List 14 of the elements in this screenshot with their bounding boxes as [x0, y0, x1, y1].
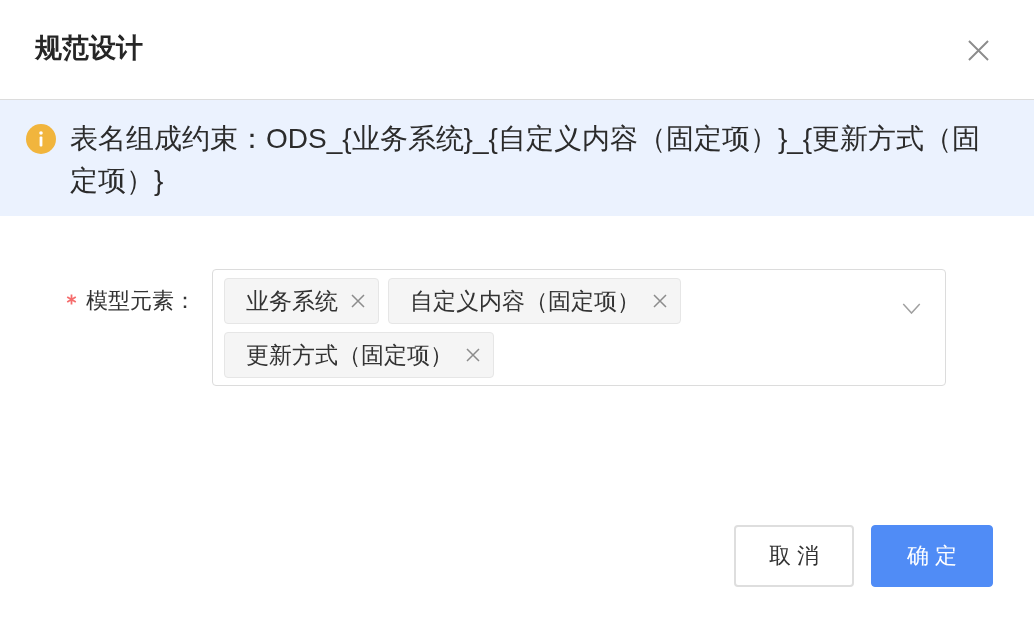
remove-tag-icon[interactable] — [466, 348, 480, 362]
chevron-down-icon[interactable] — [902, 303, 921, 314]
field-label: 模型元素： — [86, 287, 196, 315]
multi-select-field[interactable]: 业务系统 自定义内容（固定项） 更新方式（固定项） — [212, 269, 946, 386]
remove-tag-icon[interactable] — [653, 294, 667, 308]
tag-label: 自定义内容（固定项） — [410, 286, 640, 316]
alert-message: 表名组成约束：ODS_{业务系统}_{自定义内容（固定项）}_{更新方式（固定项）} — [70, 122, 982, 198]
info-icon — [26, 124, 56, 154]
dialog-title: 规范设计 — [35, 31, 143, 65]
remove-tag-icon[interactable] — [351, 294, 365, 308]
close-icon[interactable] — [968, 40, 989, 61]
cancel-button[interactable]: 取 消 — [734, 525, 854, 587]
tag-label: 业务系统 — [246, 286, 338, 316]
tag-label: 更新方式（固定项） — [246, 340, 453, 370]
